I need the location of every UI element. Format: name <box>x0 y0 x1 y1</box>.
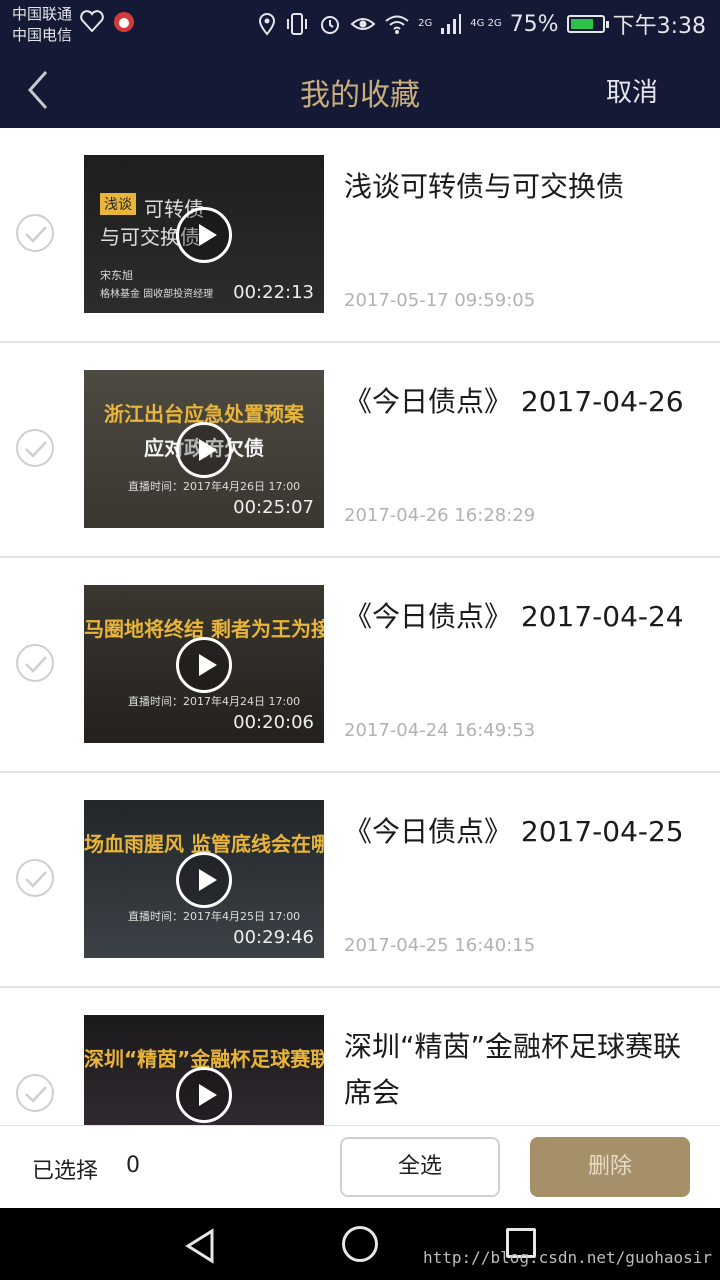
thumb-caption: 直播时间：2017年4月25日 17:00 <box>128 910 301 923</box>
video-date: 2017-04-24 16:49:53 <box>344 720 536 741</box>
eye-icon <box>350 18 376 30</box>
video-title[interactable]: 浅谈可转债与可交换债 <box>344 164 704 210</box>
thumb-caption: 宋东旭 <box>100 269 133 282</box>
video-date: 2017-04-26 16:28:29 <box>344 505 536 526</box>
select-checkbox[interactable] <box>16 859 54 897</box>
cancel-button[interactable]: 取消 <box>606 72 658 109</box>
signal-icon <box>441 14 462 34</box>
favorite-item[interactable]: 马圈地将终结 剩者为王为接 直播时间：2017年4月24日 17:00 00:2… <box>0 558 720 773</box>
checkmark-icon <box>25 656 47 673</box>
notification-icons <box>80 10 136 34</box>
battery-icon <box>566 15 609 33</box>
watermark: http://blog.csdn.net/guohaosir <box>423 1248 712 1267</box>
status-icons: 2G 4G 2G 75% 下午3:38 <box>258 8 706 40</box>
selected-count: 0 <box>126 1153 140 1178</box>
select-checkbox[interactable] <box>16 1074 54 1112</box>
play-icon[interactable] <box>176 852 232 908</box>
select-all-button[interactable]: 全选 <box>340 1137 500 1197</box>
play-icon[interactable] <box>176 637 232 693</box>
video-title[interactable]: 《今日债点》 2017-04-25 <box>344 809 704 855</box>
vibrate-icon <box>287 13 308 35</box>
signal-1-label: 2G <box>418 18 433 29</box>
play-icon[interactable] <box>176 422 232 478</box>
video-duration: 00:25:07 <box>233 497 314 518</box>
weibo-icon <box>114 12 134 32</box>
thumb-tag: 浅谈 <box>100 193 136 215</box>
video-date: 2017-05-17 09:59:05 <box>344 290 536 311</box>
video-thumbnail[interactable]: 浙江出台应急处置预案 应对政府欠债 直播时间：2017年4月26日 17:00 … <box>84 370 324 528</box>
checkmark-icon <box>25 226 47 243</box>
location-icon <box>259 12 276 36</box>
video-title[interactable]: 深圳“精茵”金融杯足球赛联席会 <box>344 1024 704 1116</box>
clock: 下午3:38 <box>612 14 706 39</box>
video-duration: 00:29:46 <box>233 927 314 948</box>
app-header: 我的收藏 取消 <box>0 52 720 128</box>
favorite-item[interactable]: 场血雨腥风 监管底线会在哪 直播时间：2017年4月25日 17:00 00:2… <box>0 773 720 988</box>
video-title[interactable]: 《今日债点》 2017-04-24 <box>344 594 704 640</box>
select-checkbox[interactable] <box>16 644 54 682</box>
video-thumbnail[interactable]: 马圈地将终结 剩者为王为接 直播时间：2017年4月24日 17:00 00:2… <box>84 585 324 743</box>
favorite-item[interactable]: 浅谈 可转债 与可交换债 宋东旭 格林基金 固收部投资经理 00:22:13 浅… <box>0 128 720 343</box>
alarm-icon <box>321 16 340 34</box>
video-thumbnail[interactable]: 深圳“精茵”金融杯足球赛联席会 <box>84 1015 324 1125</box>
video-duration: 00:20:06 <box>233 712 314 733</box>
carrier-info: 中国联通 中国电信 <box>12 4 72 46</box>
video-title[interactable]: 《今日债点》 2017-04-26 <box>344 379 704 425</box>
checkmark-icon <box>25 871 47 888</box>
battery-percent: 75% <box>509 11 559 37</box>
play-icon[interactable] <box>176 1067 232 1123</box>
nav-home-icon[interactable] <box>342 1226 378 1262</box>
favorite-item[interactable]: 深圳“精茵”金融杯足球赛联席会 深圳“精茵”金融杯足球赛联席会 <box>0 988 720 1125</box>
carrier-2: 中国电信 <box>12 26 73 44</box>
thumb-caption: 直播时间：2017年4月26日 17:00 <box>128 480 301 493</box>
video-thumbnail[interactable]: 场血雨腥风 监管底线会在哪 直播时间：2017年4月25日 17:00 00:2… <box>84 800 324 958</box>
selection-bar: 已选择 0 全选 删除 <box>0 1125 720 1208</box>
thumb-caption-2: 格林基金 固收部投资经理 <box>100 289 214 300</box>
wifi-icon <box>385 15 409 34</box>
system-nav-bar: http://blog.csdn.net/guohaosir <box>0 1208 720 1280</box>
carrier-1: 中国联通 <box>12 5 73 23</box>
checkmark-icon <box>25 441 47 458</box>
heart-icon <box>80 10 104 32</box>
signal-2-label: 4G 2G <box>470 18 502 29</box>
favorite-item[interactable]: 浙江出台应急处置预案 应对政府欠债 直播时间：2017年4月26日 17:00 … <box>0 343 720 558</box>
favorites-list: 浅谈 可转债 与可交换债 宋东旭 格林基金 固收部投资经理 00:22:13 浅… <box>0 128 720 1125</box>
video-date: 2017-04-25 16:40:15 <box>344 935 536 956</box>
video-duration: 00:22:13 <box>233 282 314 303</box>
selected-label: 已选择 <box>32 1159 99 1184</box>
select-checkbox[interactable] <box>16 429 54 467</box>
play-icon[interactable] <box>176 207 232 263</box>
delete-button[interactable]: 删除 <box>530 1137 690 1197</box>
status-bar: 中国联通 中国电信 2G 4G 2G 75% 下午3:38 <box>0 0 720 52</box>
video-thumbnail[interactable]: 浅谈 可转债 与可交换债 宋东旭 格林基金 固收部投资经理 00:22:13 <box>84 155 324 313</box>
thumb-headline: 可转债 <box>144 197 204 221</box>
nav-back-icon[interactable] <box>184 1228 216 1264</box>
thumb-caption: 直播时间：2017年4月24日 17:00 <box>128 695 301 708</box>
checkmark-icon <box>25 1086 47 1103</box>
select-checkbox[interactable] <box>16 214 54 252</box>
